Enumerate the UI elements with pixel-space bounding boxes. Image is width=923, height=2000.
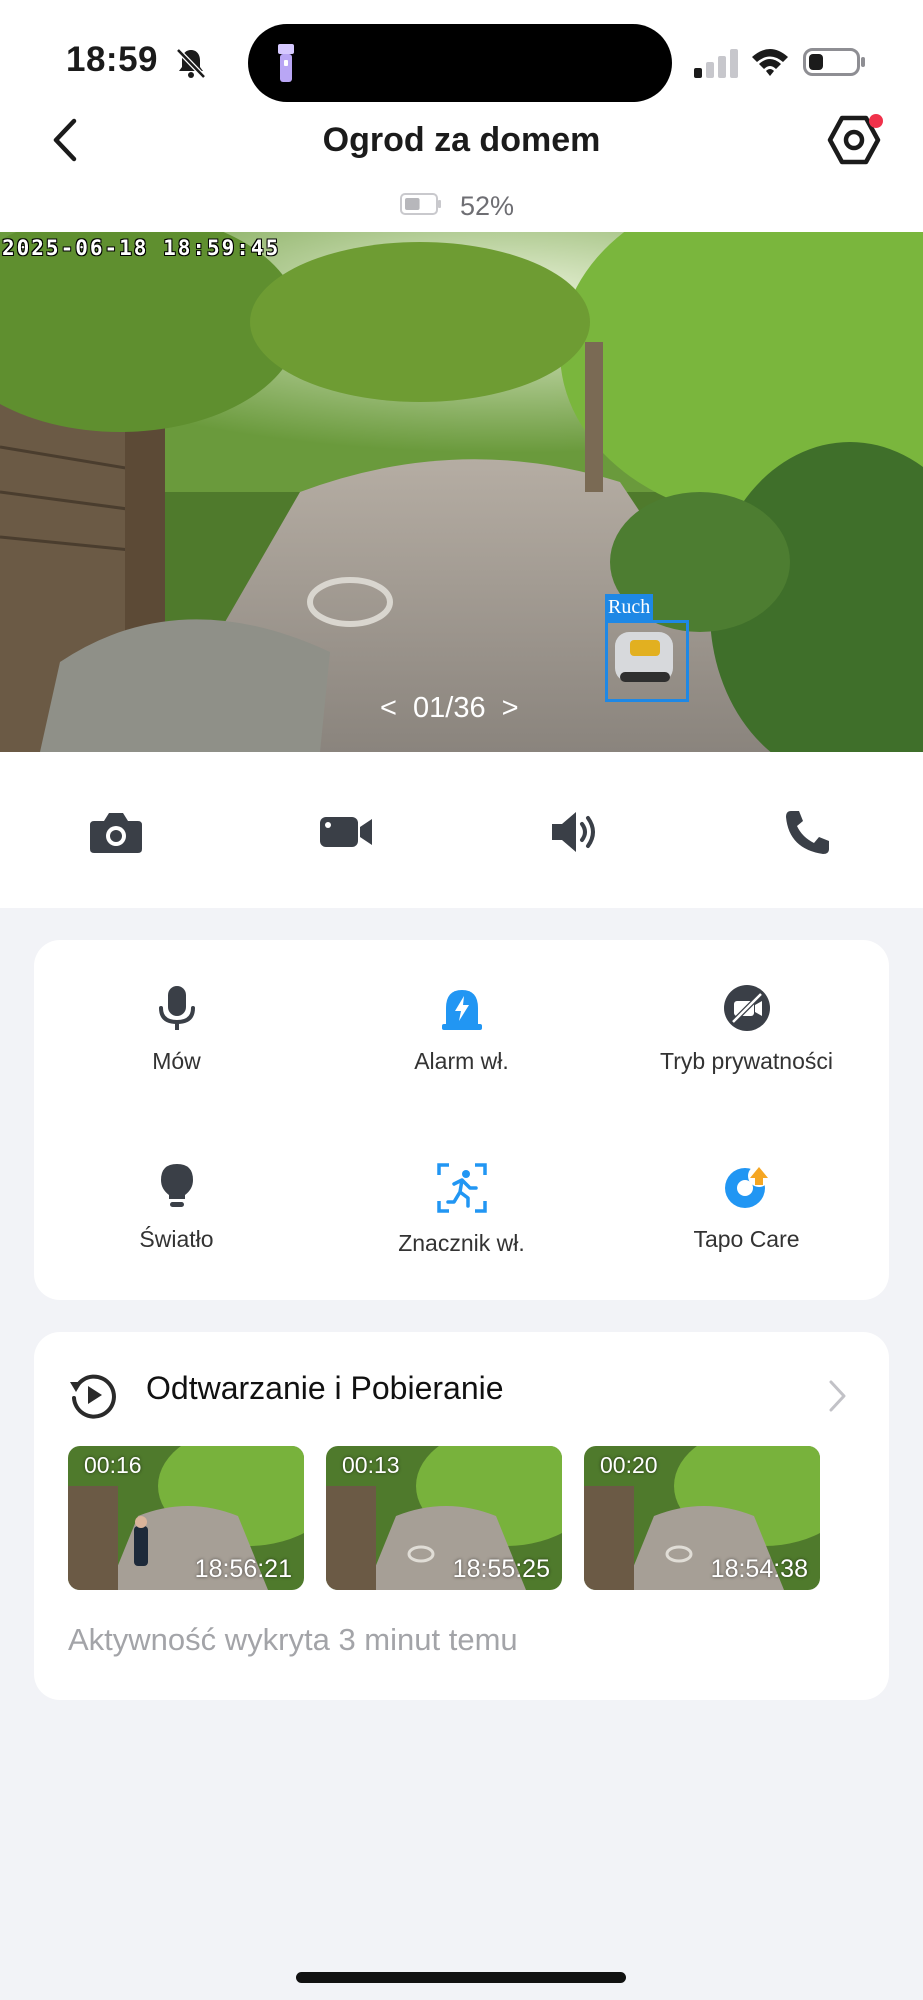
playback-panel: Odtwarzanie i Pobieranie 00:16 18:56:21 … [34,1332,889,1700]
light-control[interactable]: Światło [34,1162,319,1253]
talk-label: Mów [152,1048,201,1074]
activity-status: Aktywność wykryta 3 minut temu [68,1622,518,1657]
status-time: 18:59 [66,40,159,79]
clip-thumbnail[interactable]: 00:13 18:55:25 [326,1446,562,1590]
privacy-camera-off-icon [723,985,770,1031]
controls-panel: Mów Alarm wł. Tryb prywatności Światło Z… [34,940,889,1300]
motion-marker-label: Znacznik wł. [398,1230,525,1256]
cellular-signal-icon [694,49,738,78]
flashlight-icon [278,44,294,82]
talk-control[interactable]: Mów [34,984,319,1075]
tapo-care-label: Tapo Care [693,1226,800,1252]
clip-time: 18:54:38 [710,1555,808,1583]
pager-next-button[interactable]: > [502,692,519,724]
light-label: Światło [139,1226,214,1252]
phone-icon[interactable] [781,807,837,857]
pager-prev-button[interactable]: < [380,692,397,724]
motion-tracking-icon [436,1163,487,1213]
camera-image [0,232,923,752]
video-record-icon[interactable] [318,807,374,857]
alarm-siren-icon [441,990,482,1030]
playback-history-icon [70,1374,116,1419]
camera-icon[interactable] [88,807,144,857]
detection-label: Ruch [605,594,654,620]
motion-marker-control[interactable]: Znacznik wł. [319,1162,604,1257]
event-pager: < 01/36 > [380,692,519,725]
video-timestamp: 2025-06-18 18:59:45 [2,236,281,260]
clip-time: 18:56:21 [194,1555,292,1583]
privacy-mode-control[interactable]: Tryb prywatności [604,984,889,1075]
speaker-icon[interactable] [548,807,604,857]
camera-live-feed[interactable]: 2025-06-18 18:59:45 Ruch < 01/36 > [0,232,923,752]
clip-duration: 00:13 [342,1452,400,1478]
bell-slash-icon [176,48,206,79]
notification-badge [869,114,883,128]
privacy-mode-label: Tryb prywatności [660,1048,833,1074]
home-indicator[interactable] [296,1972,626,1983]
tapo-care-control[interactable]: Tapo Care [604,1162,889,1253]
clip-duration: 00:20 [600,1452,658,1478]
lightbulb-icon [160,1164,193,1207]
camera-action-bar [0,752,923,908]
clip-thumbnail[interactable]: 00:16 18:56:21 [68,1446,304,1590]
microphone-icon [158,986,195,1030]
page-title: Ogrod za domem [322,121,601,159]
top-area: 18:59 Ogrod za domem 52% [0,0,923,232]
detection-box [605,620,689,702]
battery-icon [803,48,865,76]
alarm-label: Alarm wł. [414,1048,509,1074]
wifi-icon [752,49,788,76]
camera-battery-level: 52% [460,191,515,221]
clip-thumbnail[interactable]: 00:20 18:54:38 [584,1446,820,1590]
tapo-care-icon [724,1165,770,1208]
clip-time: 18:55:25 [452,1555,550,1583]
clip-duration: 00:16 [84,1452,142,1478]
pager-counter: 01/36 [413,692,486,724]
alarm-control[interactable]: Alarm wł. [319,984,604,1075]
camera-battery-icon [400,193,441,215]
playback-title[interactable]: Odtwarzanie i Pobieranie [146,1370,504,1407]
chevron-right-icon[interactable] [826,1378,848,1414]
dynamic-island [248,24,672,102]
